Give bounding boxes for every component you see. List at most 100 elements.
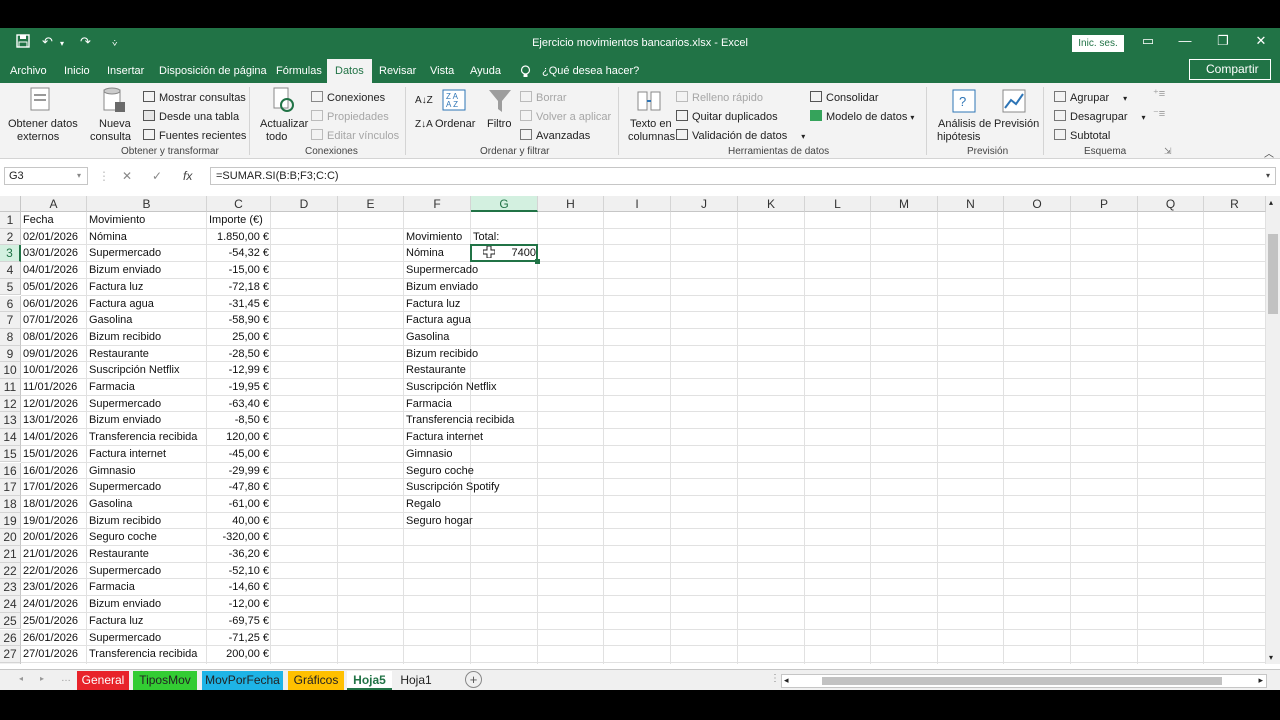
summary-movimiento[interactable]: Bizum recibido bbox=[404, 346, 534, 363]
tab-disposicion[interactable]: Disposición de página bbox=[159, 65, 267, 77]
from-table-button[interactable]: Desde una tabla bbox=[143, 110, 239, 123]
remove-duplicates-button[interactable]: Quitar duplicados bbox=[676, 110, 778, 123]
enter-icon[interactable]: ✓ bbox=[152, 169, 162, 183]
next-sheet-icon[interactable]: ▸ bbox=[40, 674, 44, 683]
expand-formula-icon[interactable]: ▾ bbox=[1266, 171, 1270, 180]
properties-button[interactable]: Propiedades bbox=[311, 110, 389, 123]
sheet-tab-hoja1[interactable]: Hoja1 bbox=[396, 671, 436, 690]
cell-movimiento[interactable]: Bizum recibido bbox=[87, 513, 207, 530]
tab-archivo[interactable]: Archivo bbox=[10, 65, 47, 77]
cell-importe[interactable]: 25,00 € bbox=[207, 329, 271, 346]
cell-movimiento[interactable]: Supermercado bbox=[87, 563, 207, 580]
row-header-15[interactable]: 15 bbox=[0, 445, 21, 463]
header-importe[interactable]: Importe (€) bbox=[207, 212, 271, 229]
row-header-2[interactable]: 2 bbox=[0, 228, 21, 246]
cell-movimiento[interactable]: Bizum enviado bbox=[87, 596, 207, 613]
cell-movimiento[interactable]: Factura agua bbox=[87, 296, 207, 313]
cell-movimiento[interactable]: Gasolina bbox=[87, 663, 207, 664]
row-header-21[interactable]: 21 bbox=[0, 546, 21, 563]
vertical-scroll-thumb[interactable] bbox=[1268, 234, 1278, 314]
cell-fecha[interactable]: 28/01/2026 bbox=[21, 663, 87, 664]
sign-in-button[interactable]: Inic. ses. bbox=[1072, 35, 1124, 52]
dialog-launcher-icon[interactable]: ⇲ bbox=[1164, 146, 1172, 157]
name-box-dropdown-icon[interactable]: ▾ bbox=[77, 171, 81, 180]
cell-movimiento[interactable]: Transferencia recibida bbox=[87, 646, 207, 663]
cell-movimiento[interactable]: Factura internet bbox=[87, 446, 207, 463]
sheet-tab-general[interactable]: General bbox=[77, 671, 129, 690]
formula-input[interactable]: =SUMAR.SI(B:B;F3;C:C) bbox=[210, 167, 1276, 185]
cell-fecha[interactable]: 19/01/2026 bbox=[21, 513, 87, 530]
row-header-14[interactable]: 14 bbox=[0, 429, 21, 446]
text-to-columns-button[interactable]: Texto en bbox=[630, 118, 672, 130]
cell-fecha[interactable]: 15/01/2026 bbox=[21, 446, 87, 463]
cell-importe[interactable]: -71,25 € bbox=[207, 630, 271, 647]
cell-movimiento[interactable]: Gasolina bbox=[87, 496, 207, 513]
scroll-up-icon[interactable]: ▴ bbox=[1269, 198, 1273, 207]
cell-fecha[interactable]: 04/01/2026 bbox=[21, 262, 87, 279]
cell-fecha[interactable]: 09/01/2026 bbox=[21, 346, 87, 363]
cell-fecha[interactable]: 27/01/2026 bbox=[21, 646, 87, 663]
what-if-button-line2[interactable]: hipótesis bbox=[937, 131, 980, 143]
tab-formulas[interactable]: Fórmulas bbox=[276, 65, 322, 77]
refresh-all-button-line2[interactable]: todo bbox=[266, 131, 287, 143]
column-header-p[interactable]: P bbox=[1071, 196, 1138, 212]
cell-importe[interactable]: -29,99 € bbox=[207, 463, 271, 480]
cell-fecha[interactable]: 05/01/2026 bbox=[21, 279, 87, 296]
refresh-all-button[interactable]: Actualizar bbox=[260, 118, 308, 130]
get-external-data-button[interactable]: Obtener datos bbox=[8, 118, 78, 130]
sheet-tab-gráficos[interactable]: Gráficos bbox=[288, 671, 344, 690]
show-queries-button[interactable]: Mostrar consultas bbox=[143, 91, 246, 104]
cell-fecha[interactable]: 22/01/2026 bbox=[21, 563, 87, 580]
cell-fecha[interactable]: 16/01/2026 bbox=[21, 463, 87, 480]
summary-movimiento[interactable]: Restaurante bbox=[404, 362, 534, 379]
summary-movimiento[interactable]: Factura internet bbox=[404, 429, 534, 446]
cell-movimiento[interactable]: Suscripción Netflix bbox=[87, 362, 207, 379]
header-movimiento[interactable]: Movimiento bbox=[87, 212, 207, 229]
column-header-a[interactable]: A bbox=[21, 196, 87, 212]
summary-header-movimiento[interactable]: Movimiento bbox=[404, 229, 471, 246]
summary-movimiento[interactable]: Farmacia bbox=[404, 396, 534, 413]
group-button[interactable]: Agrupar ▾ bbox=[1054, 91, 1127, 104]
cell-importe[interactable]: -14,60 € bbox=[207, 579, 271, 596]
cell-importe[interactable]: -58,90 € bbox=[207, 312, 271, 329]
worksheet-grid[interactable]: ABCDEFGHIJKLMNOPQR 1 2 3 4 5 6 7 8 9 10 11 12 13 14 15… bbox=[0, 196, 1266, 664]
horizontal-scrollbar[interactable]: ◂ ▸ bbox=[781, 674, 1267, 688]
column-header-q[interactable]: Q bbox=[1138, 196, 1204, 212]
row-header-12[interactable]: 12 bbox=[0, 395, 21, 413]
subtotal-button[interactable]: Subtotal bbox=[1054, 129, 1110, 142]
cell-importe[interactable]: -31,45 € bbox=[207, 296, 271, 313]
row-header-7[interactable]: 7 bbox=[0, 312, 21, 329]
name-box[interactable]: G3 bbox=[4, 167, 88, 185]
cell-importe[interactable]: -63,40 € bbox=[207, 396, 271, 413]
cell-fecha[interactable]: 21/01/2026 bbox=[21, 546, 87, 563]
cell-importe[interactable]: -61,00 € bbox=[207, 496, 271, 513]
get-external-data-button-line2[interactable]: externos bbox=[17, 131, 59, 143]
summary-movimiento[interactable]: Supermercado bbox=[404, 262, 534, 279]
row-header-28[interactable]: 28 bbox=[0, 662, 21, 664]
cell-movimiento[interactable]: Bizum enviado bbox=[87, 262, 207, 279]
row-header-24[interactable]: 24 bbox=[0, 596, 21, 613]
summary-movimiento[interactable]: Gasolina bbox=[404, 329, 534, 346]
cell-importe[interactable]: -19,95 € bbox=[207, 379, 271, 396]
row-header-13[interactable]: 13 bbox=[0, 412, 21, 430]
column-header-l[interactable]: L bbox=[805, 196, 871, 212]
recent-sources-button[interactable]: Fuentes recientes bbox=[143, 129, 246, 142]
new-query-button[interactable]: Nueva bbox=[99, 118, 131, 130]
row-header-8[interactable]: 8 bbox=[0, 328, 21, 346]
column-header-n[interactable]: N bbox=[938, 196, 1004, 212]
what-if-button[interactable]: Análisis de bbox=[938, 118, 991, 130]
row-header-1[interactable]: 1 bbox=[0, 212, 21, 229]
cell-importe[interactable]: -52,10 € bbox=[207, 563, 271, 580]
row-header-23[interactable]: 23 bbox=[0, 579, 21, 597]
column-header-r[interactable]: R bbox=[1204, 196, 1266, 212]
summary-movimiento[interactable]: Seguro hogar bbox=[404, 513, 534, 530]
cell-fecha[interactable]: 14/01/2026 bbox=[21, 429, 87, 446]
filter-button[interactable]: Filtro bbox=[487, 118, 511, 130]
cell-importe[interactable]: -15,00 € bbox=[207, 262, 271, 279]
tab-datos[interactable]: Datos bbox=[327, 59, 372, 85]
column-header-m[interactable]: M bbox=[871, 196, 938, 212]
cell-importe[interactable]: -12,99 € bbox=[207, 362, 271, 379]
select-all-corner[interactable] bbox=[0, 196, 21, 212]
maximize-icon[interactable]: ❐ bbox=[1212, 33, 1234, 49]
data-validation-button[interactable]: Validación de datos ▾ bbox=[676, 129, 805, 142]
